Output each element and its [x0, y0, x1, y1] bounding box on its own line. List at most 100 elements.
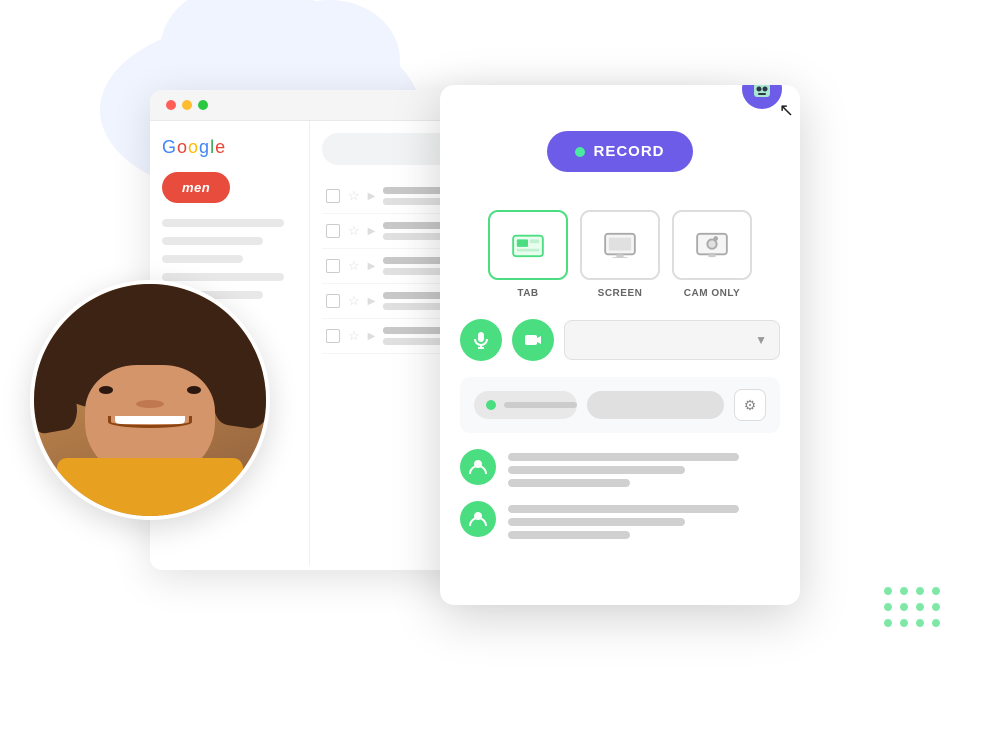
participant-avatar-1 [460, 449, 496, 485]
mode-tab-label: TAB [517, 288, 538, 299]
email-reply-icon: ▶ [368, 331, 376, 342]
avatar-eyes [99, 386, 201, 394]
email-star-icon[interactable]: ☆ [348, 188, 360, 204]
record-label: RECORD [593, 143, 664, 160]
loom-icon-area: ↖ [742, 85, 786, 113]
robot-svg [750, 85, 774, 101]
participant-row-1 [460, 449, 780, 487]
google-logo: Google [162, 137, 297, 158]
dot [900, 603, 908, 611]
mode-cam-box[interactable] [672, 210, 752, 280]
mic-icon [472, 331, 490, 349]
google-g: G [162, 137, 176, 158]
dot [916, 603, 924, 611]
dot-grid [884, 587, 940, 627]
dot [884, 619, 892, 627]
email-checkbox[interactable] [326, 294, 340, 308]
email-star-icon[interactable]: ☆ [348, 223, 360, 239]
mode-screen-box[interactable] [580, 210, 660, 280]
email-reply-icon: ▶ [368, 261, 376, 272]
loom-robot-container: ↖ [742, 85, 786, 113]
mode-screen-label: SCREEN [598, 288, 643, 299]
record-button[interactable]: RECORD [547, 131, 692, 172]
dot [932, 587, 940, 595]
loom-popup: ↖ RECORD TAB [440, 85, 800, 605]
tab-title-line [504, 402, 577, 408]
email-star-icon[interactable]: ☆ [348, 328, 360, 344]
cursor-icon: ↖ [779, 100, 794, 121]
google-g2: g [199, 137, 209, 158]
email-checkbox[interactable] [326, 224, 340, 238]
tab-icon [511, 232, 545, 258]
participant-info-1 [508, 449, 780, 487]
email-reply-icon: ▶ [368, 191, 376, 202]
person-icon-2 [468, 509, 488, 529]
dot [916, 619, 924, 627]
screen-icon [603, 232, 637, 258]
mic-button[interactable] [460, 319, 502, 361]
dot [916, 587, 924, 595]
email-checkbox[interactable] [326, 189, 340, 203]
email-checkbox[interactable] [326, 329, 340, 343]
avatar-face [34, 284, 266, 516]
tab-pill[interactable] [474, 391, 577, 419]
email-star-icon[interactable]: ☆ [348, 293, 360, 309]
google-l: l [210, 137, 214, 158]
participant-info-2 [508, 501, 780, 539]
google-o2: o [188, 137, 198, 158]
cam-btn-icon [524, 331, 542, 349]
sidebar-line [162, 273, 284, 281]
participant-detail-line [508, 518, 685, 526]
traffic-dot-yellow [182, 100, 192, 110]
mode-tab[interactable]: TAB [488, 210, 568, 299]
settings-button[interactable]: ⚙ [734, 389, 766, 421]
participant-detail-line2 [508, 531, 630, 539]
email-checkbox[interactable] [326, 259, 340, 273]
mode-options: TAB SCREEN [460, 210, 780, 299]
cam-icon [695, 232, 729, 258]
mode-cam[interactable]: CAM ONLY [672, 210, 752, 299]
google-e: e [215, 137, 225, 158]
av-select[interactable]: ▼ [564, 320, 780, 360]
avatar-eye-left [99, 386, 113, 394]
compose-button[interactable]: men [162, 172, 230, 203]
record-indicator [575, 147, 585, 157]
traffic-dot-green [198, 100, 208, 110]
loom-robot-icon [742, 85, 782, 109]
mode-cam-label: CAM ONLY [684, 288, 740, 299]
participant-name-line [508, 505, 739, 513]
participant-detail-line [508, 466, 685, 474]
tab-active-dot [486, 400, 496, 410]
participant-name-line [508, 453, 739, 461]
dot [884, 587, 892, 595]
avatar [30, 280, 270, 520]
dot [900, 619, 908, 627]
record-button-area: RECORD [460, 121, 780, 192]
url-bar[interactable] [587, 391, 724, 419]
email-reply-icon: ▶ [368, 226, 376, 237]
traffic-dot-red [166, 100, 176, 110]
email-reply-icon: ▶ [368, 296, 376, 307]
participant-row-2 [460, 501, 780, 539]
mode-tab-box[interactable] [488, 210, 568, 280]
avatar-eye-right [187, 386, 201, 394]
scene: Google men ☆ [0, 0, 990, 747]
dot [900, 587, 908, 595]
decorative-dots [884, 587, 940, 627]
sidebar-line [162, 219, 284, 227]
cam-button[interactable] [512, 319, 554, 361]
participant-detail-line2 [508, 479, 630, 487]
av-controls: ▼ [460, 319, 780, 361]
mode-screen[interactable]: SCREEN [580, 210, 660, 299]
chevron-down-icon: ▼ [755, 333, 767, 347]
sidebar-line [162, 237, 263, 245]
dot [932, 603, 940, 611]
person-icon-1 [468, 457, 488, 477]
sharing-bar: ⚙ [460, 377, 780, 433]
email-star-icon[interactable]: ☆ [348, 258, 360, 274]
dot [884, 603, 892, 611]
gear-icon: ⚙ [744, 397, 757, 414]
avatar-nose [136, 400, 164, 408]
participant-avatar-2 [460, 501, 496, 537]
sidebar-line [162, 255, 243, 263]
